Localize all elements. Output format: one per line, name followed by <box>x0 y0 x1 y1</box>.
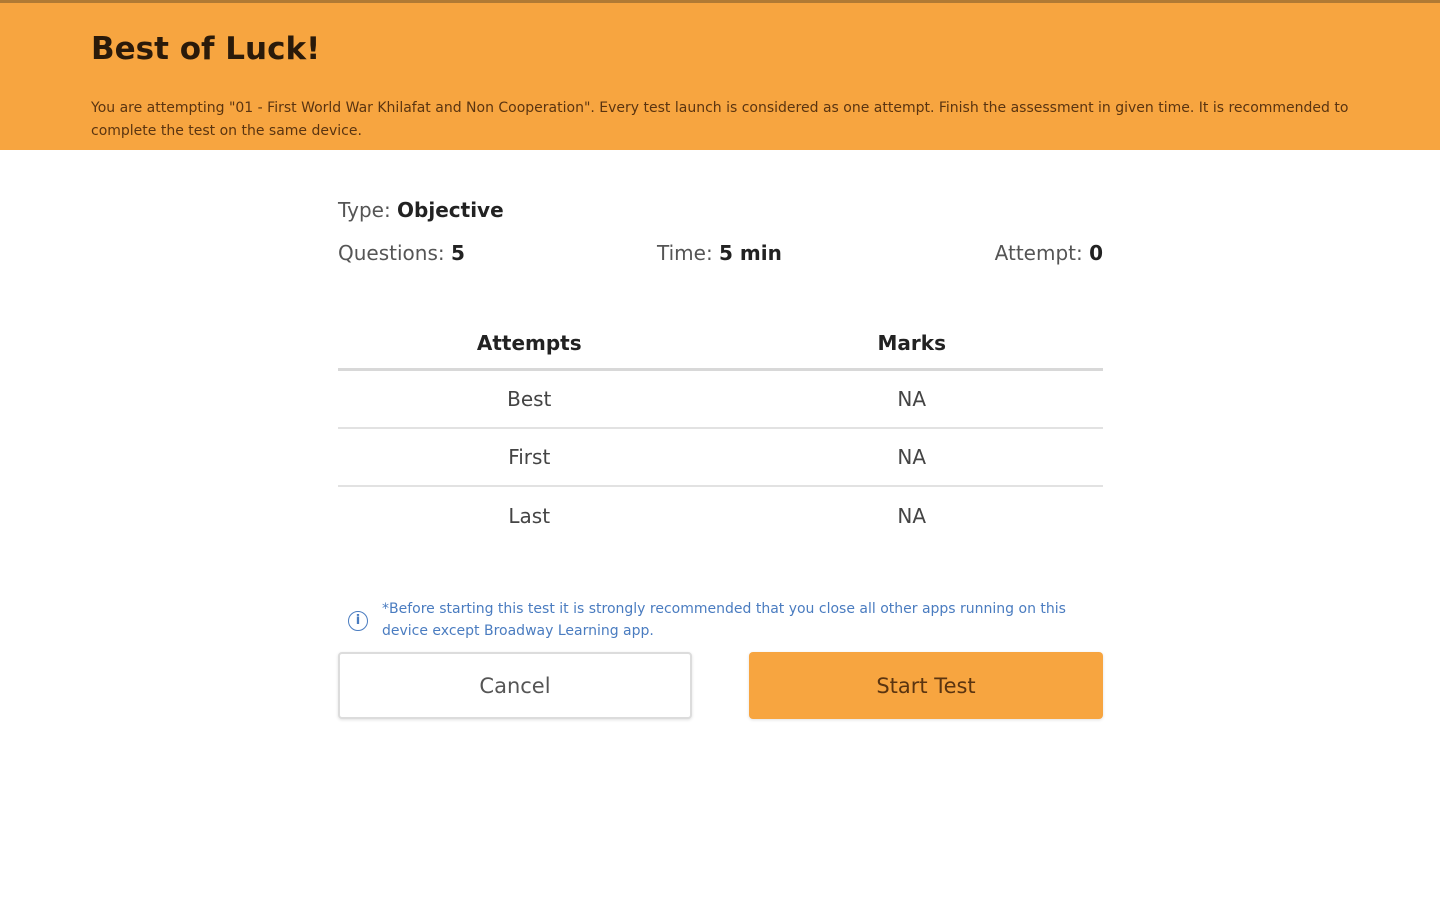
questions-count: Questions: 5 <box>338 241 465 265</box>
table-row: Last NA <box>338 487 1103 545</box>
table-header: Attempts Marks <box>338 318 1103 371</box>
cancel-button[interactable]: Cancel <box>338 652 692 719</box>
notice-text: *Before starting this test it is strongl… <box>382 601 1066 639</box>
attempt-count: Attempt: 0 <box>995 241 1103 265</box>
test-type: Type: Objective <box>338 198 504 222</box>
questions-label: Questions: <box>338 241 451 265</box>
recommendation-notice: i *Before starting this test it is stron… <box>348 598 1103 642</box>
info-icon: i <box>348 611 368 631</box>
time-label: Time: <box>657 241 720 265</box>
table-row: Best NA <box>338 371 1103 429</box>
attempt-label: Attempt: <box>994 241 1090 265</box>
type-label: Type: <box>338 198 398 222</box>
start-test-button[interactable]: Start Test <box>749 652 1103 719</box>
attempt-value: 0 <box>1089 241 1103 265</box>
test-description: You are attempting "01 - First World War… <box>91 100 1349 139</box>
time-limit: Time: 5 min <box>657 241 782 265</box>
table-row: First NA <box>338 429 1103 487</box>
type-value: Objective <box>397 198 504 222</box>
cell-attempt: Last <box>508 504 551 528</box>
header-banner: Best of Luck! You are attempting "01 - F… <box>0 0 1440 150</box>
cell-marks: NA <box>897 387 927 411</box>
header-marks: Marks <box>877 331 946 355</box>
cell-marks: NA <box>897 445 927 469</box>
cell-marks: NA <box>897 504 927 528</box>
cell-attempt: Best <box>507 387 552 411</box>
attempts-table: Attempts Marks Best NA First NA Last NA <box>338 318 1103 545</box>
header-attempts: Attempts <box>476 331 582 355</box>
time-value: 5 min <box>719 241 782 265</box>
questions-value: 5 <box>450 241 465 265</box>
page-title: Best of Luck! <box>91 31 321 67</box>
cell-attempt: First <box>508 445 551 469</box>
